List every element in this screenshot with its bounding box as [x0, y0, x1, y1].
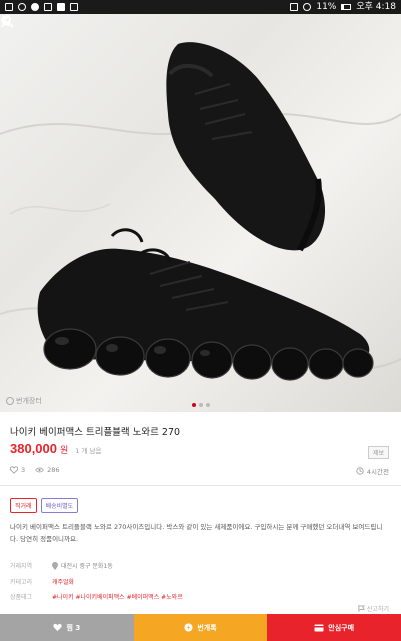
- divider: [0, 485, 401, 486]
- watermark-text: 번개장터: [16, 397, 42, 405]
- clock-time: 오후 4:18: [356, 2, 396, 12]
- photo-toolbar: [0, 14, 401, 44]
- report-tag-button[interactable]: 제보: [367, 446, 389, 459]
- clock-icon: [356, 467, 364, 475]
- meta-category: 카테고리 캐주얼화: [10, 577, 74, 586]
- talk-button[interactable]: 번개톡: [133, 614, 268, 641]
- product-title: 나이키 베이퍼맥스 트리플블랙 노와르 270: [10, 427, 181, 438]
- heart-icon: [10, 466, 18, 474]
- card-icon: [314, 624, 324, 631]
- report-label: 신고하기: [366, 606, 389, 613]
- meta-tags: 상품태그 #나이키 #나이키베이퍼맥스 #베이퍼맥스 #노와르: [10, 592, 183, 601]
- heart-icon: [53, 623, 63, 632]
- status-bar: 11% 오후 4:18: [0, 0, 401, 14]
- meta-location: 거래지역 대전시 중구 문화1동: [10, 561, 113, 570]
- carousel-dot[interactable]: [205, 403, 210, 407]
- category-link[interactable]: 캐주얼화: [52, 577, 74, 586]
- product-stats: 3 286: [10, 466, 60, 474]
- posted-time: 4시간전: [356, 466, 389, 476]
- location-text: 대전시 중구 문화1동: [61, 563, 113, 570]
- price-currency: 원: [60, 446, 69, 456]
- shield-icon: [31, 3, 39, 11]
- trade-tags: 직거래 배송비별도: [10, 498, 79, 513]
- profile-button[interactable]: [1, 15, 393, 40]
- stock-remaining: 1 개 남음: [75, 447, 102, 455]
- views-count: 286: [47, 466, 60, 474]
- product-photo[interactable]: 번개장터: [0, 14, 401, 412]
- status-right: 11% 오후 4:18: [290, 0, 396, 14]
- photo-actions: [1, 15, 393, 40]
- watermark-logo-icon: [6, 397, 14, 405]
- carousel-indicator: [191, 403, 210, 407]
- safe-purchase-label: 안심구매: [328, 623, 355, 632]
- location-label: 거래지역: [10, 563, 33, 570]
- location-pin-icon: [52, 561, 58, 570]
- app-icon: [18, 3, 26, 11]
- search-button[interactable]: [1, 15, 365, 40]
- dnd-icon: [303, 3, 312, 11]
- likes-stat: 3: [10, 466, 25, 474]
- carousel-dot[interactable]: [191, 403, 196, 407]
- product-price: 380,000: [10, 441, 57, 456]
- posted-time-text: 4시간전: [366, 468, 389, 476]
- battery-percent: 11%: [316, 2, 337, 12]
- safe-purchase-button[interactable]: 안심구매: [267, 614, 401, 641]
- tag-direct-trade: 직거래: [10, 498, 37, 513]
- location-value[interactable]: 대전시 중구 문화1동: [52, 561, 113, 570]
- status-left-icons: [5, 3, 78, 11]
- sneakers-image: [0, 42, 401, 381]
- gallery-icon: [57, 3, 65, 11]
- like-label: 찜 3: [66, 623, 81, 632]
- report-button[interactable]: 신고하기: [358, 604, 389, 613]
- vibrate-icon: [290, 3, 299, 11]
- product-tags-links[interactable]: #나이키 #나이키베이퍼맥스 #베이퍼맥스 #노와르: [52, 592, 183, 601]
- carousel-dot[interactable]: [198, 403, 203, 407]
- price-row: 380,000 원 1 개 남음: [10, 441, 102, 456]
- message-icon: [44, 3, 52, 11]
- like-button[interactable]: 찜 3: [0, 614, 134, 641]
- category-label: 카테고리: [10, 579, 33, 586]
- profile-icon: [1, 15, 13, 28]
- views-stat: 286: [35, 466, 60, 474]
- product-tags-label: 상품태그: [10, 594, 33, 601]
- watermark: 번개장터: [6, 396, 42, 406]
- tag-shipping: 배송비별도: [40, 498, 79, 513]
- bottom-action-bar: 찜 3 번개톡 안심구매: [0, 614, 401, 641]
- battery-icon: [341, 4, 352, 10]
- eye-icon: [35, 467, 44, 473]
- play-icon: [70, 3, 78, 11]
- notification-icon: [5, 3, 13, 11]
- talk-label: 번개톡: [197, 623, 217, 632]
- likes-count: 3: [21, 466, 26, 474]
- flag-icon: [358, 605, 365, 612]
- chat-icon: [184, 623, 193, 632]
- product-description: 나이키 베이퍼맥스 트리플블랙 노와르 270사이즈입니다. 박스와 같이 있는…: [10, 523, 383, 543]
